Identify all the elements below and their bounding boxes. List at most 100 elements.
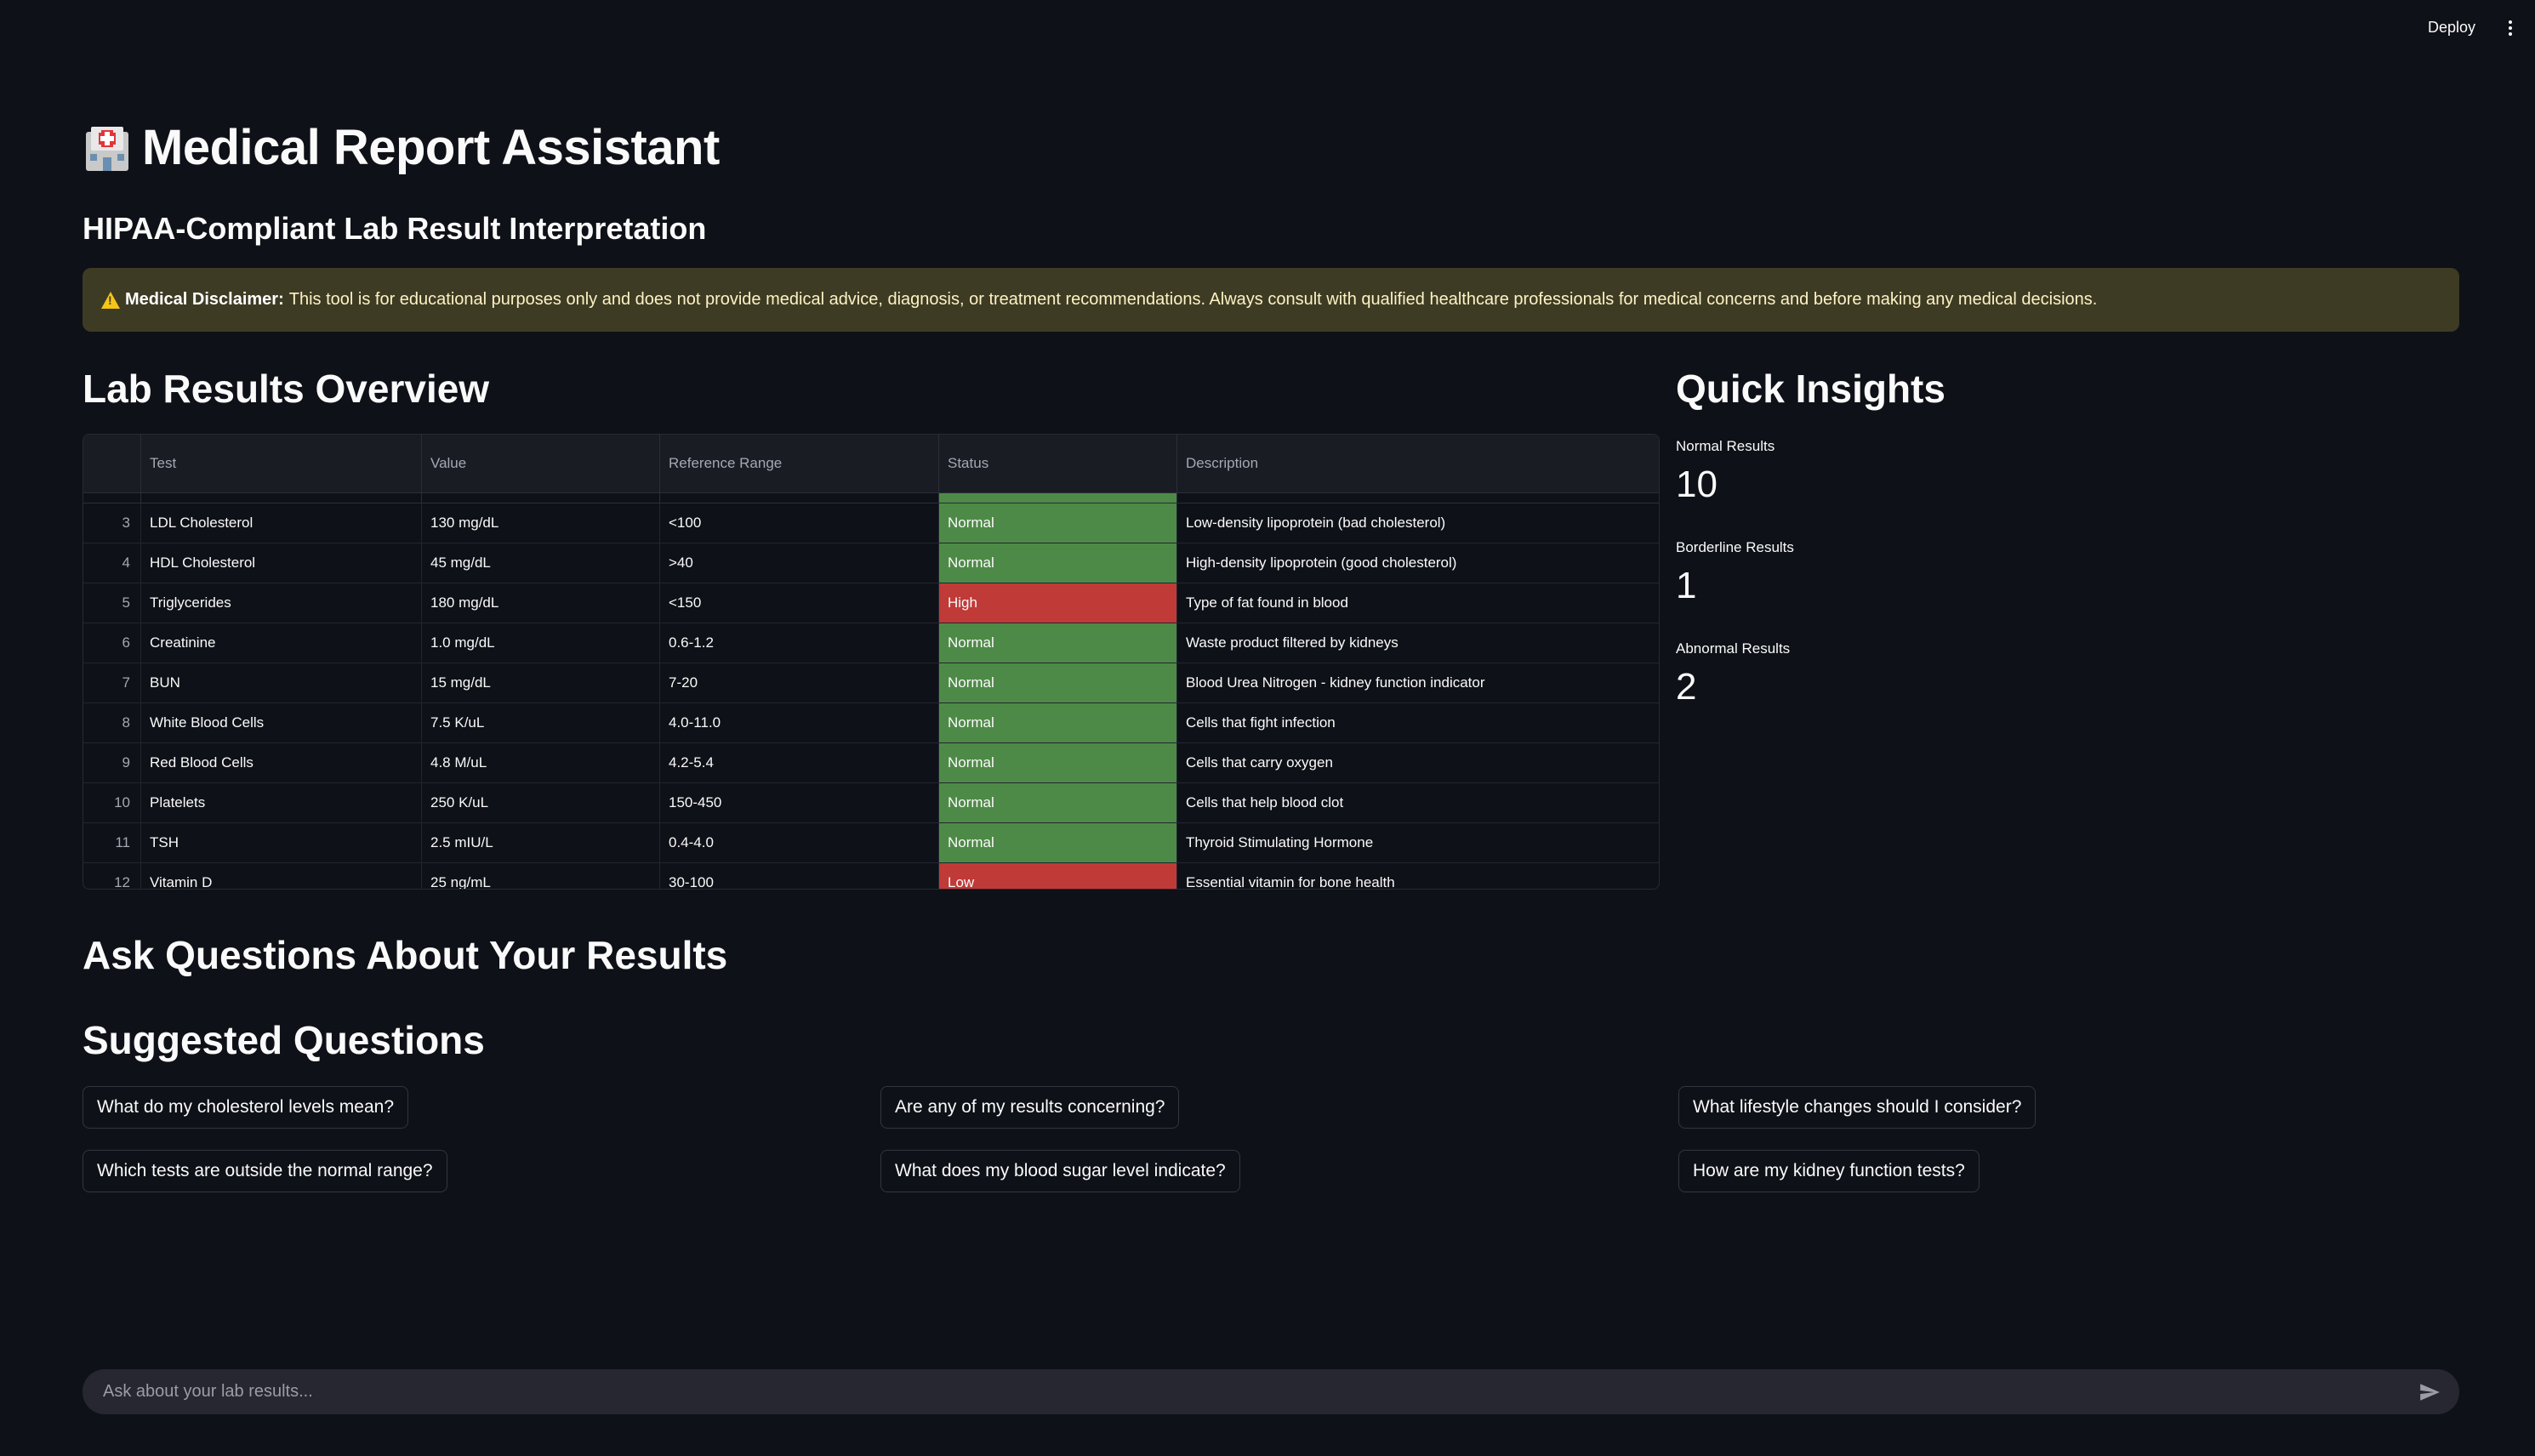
disclaimer-label: Medical Disclaimer:: [125, 290, 284, 309]
test-name-cell[interactable]: White Blood Cells: [141, 703, 422, 742]
value-cell[interactable]: 45 mg/dL: [422, 543, 660, 583]
question-button-cholesterol[interactable]: What do my cholesterol levels mean?: [83, 1086, 408, 1129]
description-cell[interactable]: Low-density lipoprotein (bad cholesterol…: [1177, 503, 1659, 543]
column-header-reference-range[interactable]: Reference Range: [660, 435, 939, 492]
description-cell[interactable]: Cells that fight infection: [1177, 703, 1659, 742]
suggested-questions-heading: Suggested Questions: [83, 1018, 485, 1062]
question-button-kidney[interactable]: How are my kidney function tests?: [1678, 1150, 1980, 1192]
column-header-test[interactable]: Test: [141, 435, 422, 492]
table-body: 3 LDL Cholesterol 130 mg/dL <100 Normal Low-d…: [83, 503, 1659, 889]
row-index-cell[interactable]: 7: [83, 663, 141, 702]
description-cell[interactable]: Cells that carry oxygen: [1177, 743, 1659, 782]
test-name-cell[interactable]: Platelets: [141, 783, 422, 822]
value-cell[interactable]: 250 K/uL: [422, 783, 660, 822]
metric-label: Abnormal Results: [1676, 640, 1791, 657]
question-button-concerning[interactable]: Are any of my results concerning?: [880, 1086, 1180, 1129]
medical-disclaimer: Medical Disclaimer: This tool is for edu…: [83, 268, 2459, 332]
reference-range-cell[interactable]: 30-100: [660, 863, 939, 889]
question-button-outside-range[interactable]: Which tests are outside the normal range…: [83, 1150, 447, 1192]
test-name-cell[interactable]: Red Blood Cells: [141, 743, 422, 782]
table-row[interactable]: 3 LDL Cholesterol 130 mg/dL <100 Normal Low-d…: [83, 503, 1659, 543]
status-cell[interactable]: Normal: [939, 663, 1177, 702]
row-index-cell[interactable]: 9: [83, 743, 141, 782]
reference-range-cell[interactable]: >40: [660, 543, 939, 583]
reference-range-cell[interactable]: 4.2-5.4: [660, 743, 939, 782]
description-cell[interactable]: Waste product filtered by kidneys: [1177, 623, 1659, 663]
row-index-cell[interactable]: 11: [83, 823, 141, 862]
value-cell[interactable]: 180 mg/dL: [422, 583, 660, 623]
status-cell[interactable]: High: [939, 583, 1177, 623]
column-header-description[interactable]: Description: [1177, 435, 1659, 492]
row-index-cell[interactable]: 3: [83, 503, 141, 543]
description-cell[interactable]: Blood Urea Nitrogen - kidney function in…: [1177, 663, 1659, 702]
status-cell[interactable]: Normal: [939, 703, 1177, 742]
lab-results-table[interactable]: Test Value Reference Range Status Descri…: [83, 434, 1660, 890]
description-cell[interactable]: Type of fat found in blood: [1177, 583, 1659, 623]
reference-range-cell[interactable]: 0.4-4.0: [660, 823, 939, 862]
table-row[interactable]: 11 TSH 2.5 mIU/L 0.4-4.0 Normal Thyroid Stimu…: [83, 823, 1659, 863]
row-index-cell[interactable]: 6: [83, 623, 141, 663]
test-name-cell[interactable]: BUN: [141, 663, 422, 702]
test-name-cell[interactable]: HDL Cholesterol: [141, 543, 422, 583]
column-header-value[interactable]: Value: [422, 435, 660, 492]
page-subtitle: HIPAA-Compliant Lab Result Interpretatio…: [83, 211, 707, 246]
table-row[interactable]: 12 Vitamin D 25 ng/mL 30-100 Low Essential vi…: [83, 863, 1659, 889]
chat-input[interactable]: [101, 1381, 2418, 1402]
value-cell[interactable]: 7.5 K/uL: [422, 703, 660, 742]
table-row[interactable]: 6 Creatinine 1.0 mg/dL 0.6-1.2 Normal Waste p…: [83, 623, 1659, 663]
column-header-index[interactable]: [83, 435, 141, 492]
send-icon[interactable]: [2418, 1381, 2441, 1403]
metric-value: 1: [1676, 565, 1697, 606]
status-cell[interactable]: Normal: [939, 743, 1177, 782]
page-title: Medical Report Assistant: [142, 120, 720, 175]
question-button-lifestyle[interactable]: What lifestyle changes should I consider…: [1678, 1086, 2037, 1129]
deploy-button[interactable]: Deploy: [2428, 19, 2475, 37]
kebab-menu-icon[interactable]: [2504, 19, 2516, 39]
description-cell[interactable]: High-density lipoprotein (good cholester…: [1177, 543, 1659, 583]
table-row[interactable]: 7 BUN 15 mg/dL 7-20 Normal Blood Urea Nitroge…: [83, 663, 1659, 703]
question-button-blood-sugar[interactable]: What does my blood sugar level indicate?: [880, 1150, 1240, 1192]
table-row[interactable]: 4 HDL Cholesterol 45 mg/dL >40 Normal High-de…: [83, 543, 1659, 583]
metric-value: 2: [1676, 666, 1697, 708]
reference-range-cell[interactable]: 7-20: [660, 663, 939, 702]
table-row[interactable]: 5 Triglycerides 180 mg/dL <150 High Type of f…: [83, 583, 1659, 623]
row-index-cell[interactable]: 4: [83, 543, 141, 583]
table-row[interactable]: 8 White Blood Cells 7.5 K/uL 4.0-11.0 Normal…: [83, 703, 1659, 743]
test-name-cell[interactable]: TSH: [141, 823, 422, 862]
reference-range-cell[interactable]: <100: [660, 503, 939, 543]
row-index-cell[interactable]: 10: [83, 783, 141, 822]
status-cell[interactable]: Normal: [939, 503, 1177, 543]
page-header: Medical Report Assistant: [83, 119, 720, 176]
value-cell[interactable]: 2.5 mIU/L: [422, 823, 660, 862]
status-cell[interactable]: Normal: [939, 543, 1177, 583]
value-cell[interactable]: 15 mg/dL: [422, 663, 660, 702]
table-row-partial: [83, 493, 1659, 503]
description-cell[interactable]: Cells that help blood clot: [1177, 783, 1659, 822]
metric-label: Borderline Results: [1676, 539, 1794, 555]
value-cell[interactable]: 4.8 M/uL: [422, 743, 660, 782]
test-name-cell[interactable]: Triglycerides: [141, 583, 422, 623]
reference-range-cell[interactable]: <150: [660, 583, 939, 623]
test-name-cell[interactable]: Creatinine: [141, 623, 422, 663]
description-cell[interactable]: Essential vitamin for bone health: [1177, 863, 1659, 889]
value-cell[interactable]: 1.0 mg/dL: [422, 623, 660, 663]
status-cell[interactable]: Normal: [939, 623, 1177, 663]
status-cell[interactable]: Normal: [939, 823, 1177, 862]
description-cell[interactable]: Thyroid Stimulating Hormone: [1177, 823, 1659, 862]
value-cell[interactable]: 130 mg/dL: [422, 503, 660, 543]
column-header-status[interactable]: Status: [939, 435, 1177, 492]
test-name-cell[interactable]: LDL Cholesterol: [141, 503, 422, 543]
reference-range-cell[interactable]: 4.0-11.0: [660, 703, 939, 742]
status-cell[interactable]: Normal: [939, 783, 1177, 822]
test-name-cell[interactable]: Vitamin D: [141, 863, 422, 889]
reference-range-cell[interactable]: 0.6-1.2: [660, 623, 939, 663]
row-index-cell[interactable]: 12: [83, 863, 141, 889]
metric-borderline-results: Borderline Results 1: [1676, 539, 1794, 607]
value-cell[interactable]: 25 ng/mL: [422, 863, 660, 889]
table-row[interactable]: 9 Red Blood Cells 4.8 M/uL 4.2-5.4 Normal Cel…: [83, 743, 1659, 783]
status-cell[interactable]: Low: [939, 863, 1177, 889]
table-row[interactable]: 10 Platelets 250 K/uL 150-450 Normal Cells th…: [83, 783, 1659, 823]
row-index-cell[interactable]: 8: [83, 703, 141, 742]
row-index-cell[interactable]: 5: [83, 583, 141, 623]
reference-range-cell[interactable]: 150-450: [660, 783, 939, 822]
